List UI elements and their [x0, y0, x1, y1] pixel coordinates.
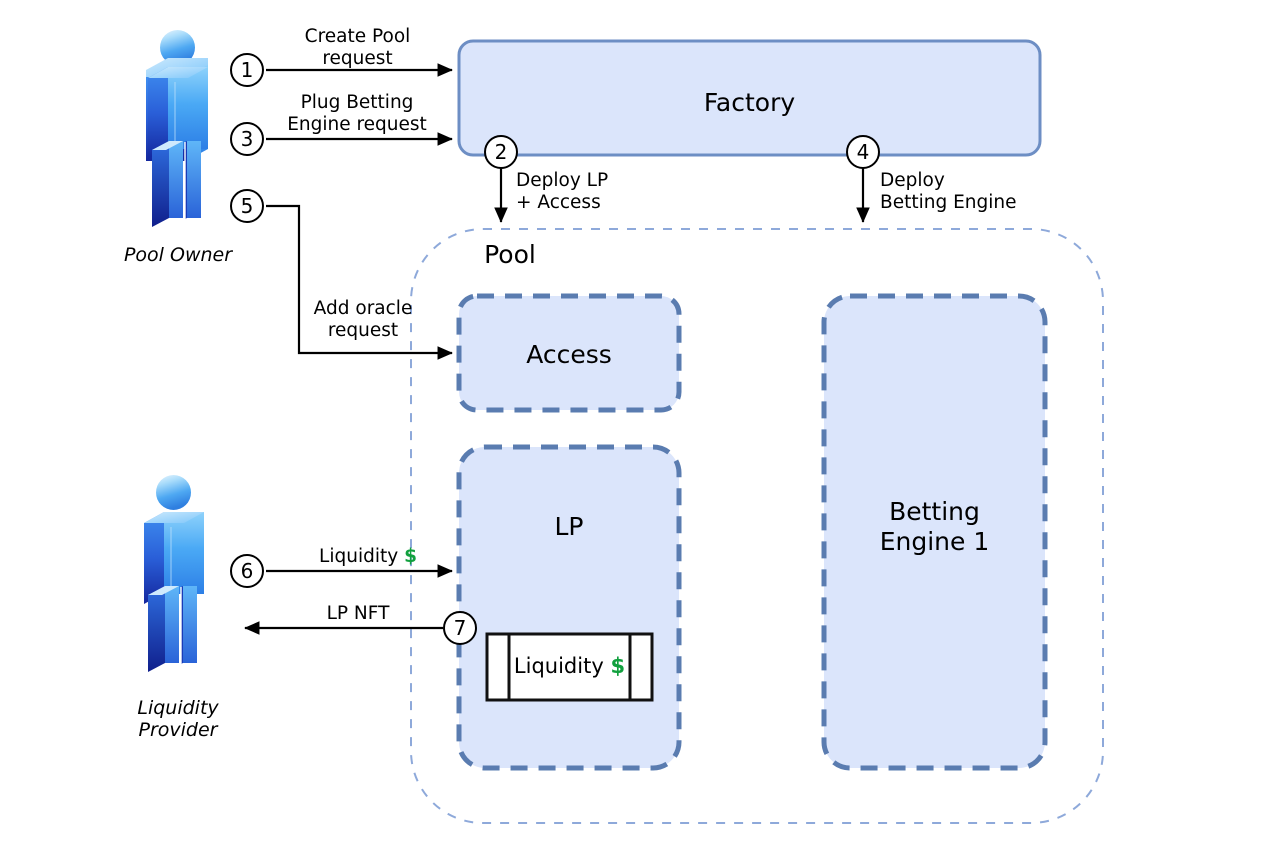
step-number-3[interactable]: 3 [230, 122, 264, 156]
step-7-label: LP NFT [326, 603, 390, 624]
factory-label: Factory [703, 88, 796, 117]
step-number-5[interactable]: 5 [230, 189, 264, 223]
step-number-1[interactable]: 1 [230, 53, 264, 87]
betting-engine-label: Betting Engine 1 [879, 497, 990, 556]
diagram-canvas: Pool Owner Liquidity Provider Factory Poo… [0, 0, 1280, 860]
step-number-2[interactable]: 2 [484, 135, 518, 169]
step-6-text: Liquidity [319, 546, 399, 567]
dollar-icon: $ [610, 654, 626, 678]
liquidity-store-label: Liquidity $ [509, 654, 630, 679]
step-6-label: Liquidity $ [298, 546, 438, 568]
lp-box[interactable] [456, 444, 682, 771]
step-4-label: Deploy Betting Engine [880, 170, 1017, 213]
step-number-4[interactable]: 4 [846, 135, 880, 169]
liquidity-provider-icon [144, 475, 204, 672]
step-3-label: Plug Betting Engine request [287, 92, 427, 135]
step-2-label: Deploy LP + Access [516, 170, 609, 213]
access-label: Access [526, 340, 612, 369]
dollar-icon-6: $ [404, 546, 417, 567]
pool-owner-icon [146, 30, 208, 227]
pool-owner-label: Pool Owner [123, 244, 233, 266]
step-1-label: Create Pool request [304, 26, 411, 69]
pool-label: Pool [484, 240, 536, 269]
step-5-label: Add oracle request [313, 298, 413, 341]
step-number-7[interactable]: 7 [443, 611, 477, 645]
lp-label: LP [554, 512, 584, 541]
liquidity-provider-label: Liquidity Provider [137, 697, 219, 742]
step-number-6[interactable]: 6 [230, 554, 264, 588]
liquidity-store-text: Liquidity [513, 654, 604, 678]
